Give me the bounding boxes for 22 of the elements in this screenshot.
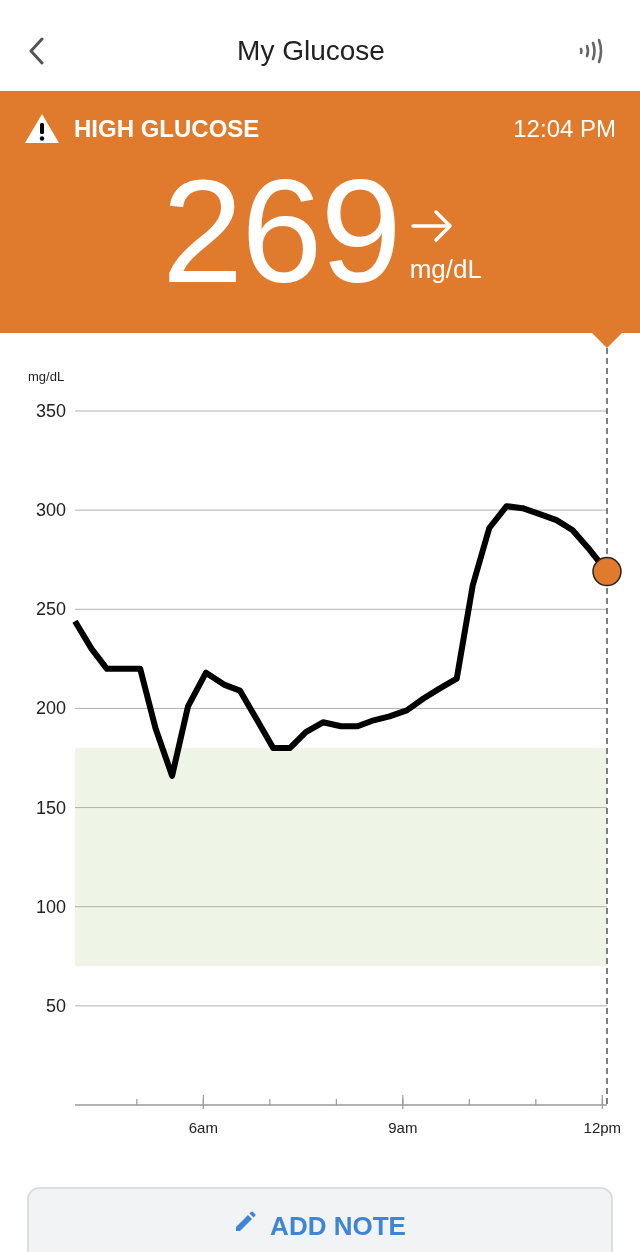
current-reading-dot [592, 556, 622, 587]
warning-icon [24, 113, 60, 144]
glucose-value: 269 [162, 152, 400, 313]
axis-label: 200 [35, 698, 66, 719]
alert-label: HIGH GLUCOSE [74, 114, 261, 143]
unit-label: mg/dL [409, 253, 482, 285]
reading-time: 12:04 PM [513, 114, 616, 143]
back-icon[interactable] [28, 36, 44, 65]
axis-label: 100 [35, 896, 66, 917]
pencil-icon [234, 1211, 257, 1233]
axis-label: 9am [388, 1119, 418, 1136]
axis-label: 150 [35, 797, 66, 818]
axis-label: 300 [35, 500, 66, 521]
axis-label: 50 [45, 995, 66, 1016]
trend-arrow-icon [409, 207, 454, 244]
axis-title: mg/dL [28, 369, 65, 384]
page-title: My Glucose [237, 34, 385, 67]
axis-label: 350 [35, 401, 66, 421]
add-note-button[interactable]: ADD NOTE [27, 1187, 613, 1252]
axis-label: 6am [188, 1119, 218, 1136]
axis-label: 250 [35, 599, 66, 620]
axis-label: 12pm [583, 1119, 622, 1136]
